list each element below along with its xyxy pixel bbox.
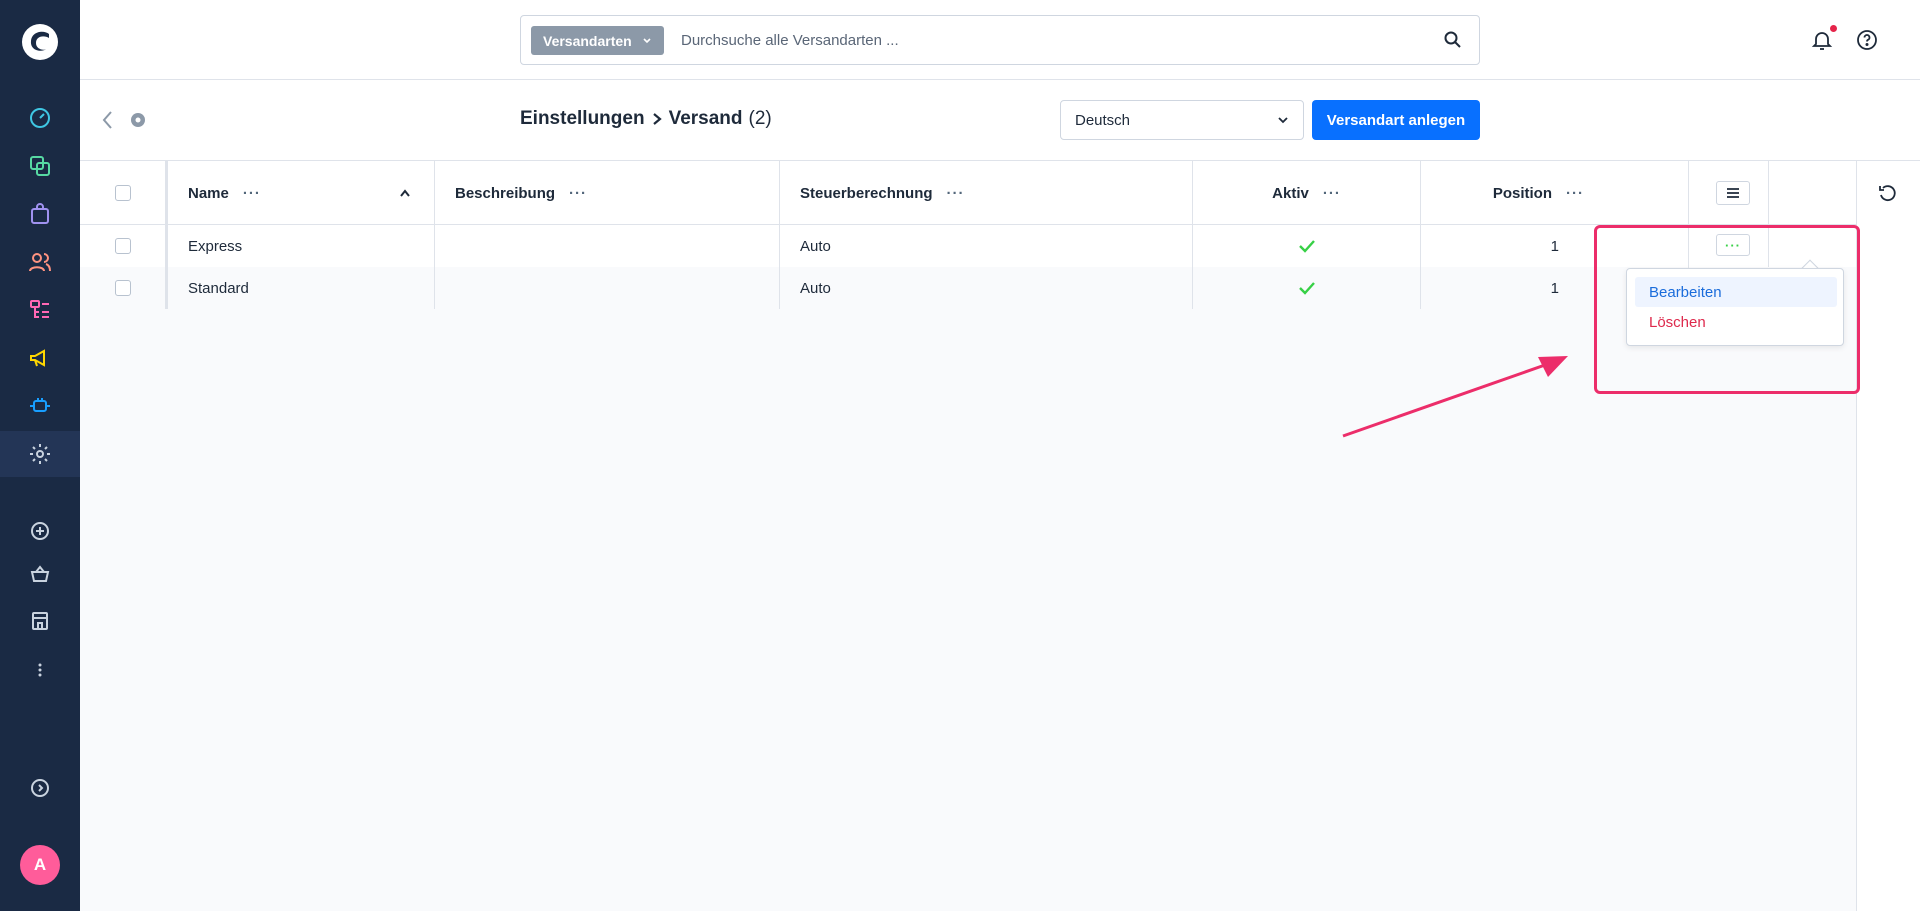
chevron-right-icon xyxy=(652,113,662,125)
column-options-icon[interactable]: ··· xyxy=(1323,185,1341,202)
chevron-down-icon xyxy=(643,37,651,43)
gear-icon xyxy=(30,444,50,464)
help-icon[interactable] xyxy=(1855,28,1879,52)
row-select-cell xyxy=(80,267,168,309)
cell-tax: Auto xyxy=(780,225,1193,267)
checkmark-icon xyxy=(1298,240,1315,253)
cell-description xyxy=(435,225,780,267)
row-checkbox[interactable] xyxy=(114,238,131,254)
sidebar-item-customers[interactable] xyxy=(0,239,80,285)
table-row[interactable]: Express Auto 1 xyxy=(80,225,1856,267)
sidebar-item-headless[interactable] xyxy=(0,598,80,644)
language-value: Deutsch xyxy=(1075,111,1131,129)
sidebar-item-more[interactable] xyxy=(0,647,80,693)
gauge-icon xyxy=(30,108,50,128)
shipping-methods-grid: Name ··· Beschreibung ··· Steuerberechnu… xyxy=(80,160,1856,911)
undo-icon[interactable] xyxy=(1877,183,1899,205)
users-icon xyxy=(29,253,51,272)
breadcrumb-current: Versand xyxy=(668,108,743,129)
create-shipping-method-button[interactable]: Versandart anlegen xyxy=(1312,100,1480,140)
column-header-name[interactable]: Name ··· xyxy=(168,161,435,225)
cell-active xyxy=(1193,267,1421,309)
cell-name[interactable]: Standard xyxy=(168,267,435,309)
user-avatar[interactable]: A xyxy=(20,845,60,885)
column-header-description[interactable]: Beschreibung ··· xyxy=(435,161,780,225)
checkmark-icon xyxy=(1298,282,1315,295)
column-settings-button[interactable] xyxy=(1716,181,1750,205)
chevron-circle-right-icon xyxy=(31,779,49,797)
search-type-label: Versandarten xyxy=(543,32,632,49)
notification-badge xyxy=(1830,25,1837,32)
column-header-tax[interactable]: Steuerberechnung ··· xyxy=(780,161,1193,225)
sidebar-item-catalogues[interactable] xyxy=(0,143,80,189)
sidebar-item-settings[interactable] xyxy=(0,431,80,477)
column-header-position[interactable]: Position ··· xyxy=(1421,161,1689,225)
global-search: Versandarten xyxy=(520,15,1480,65)
page-title: Einstellungen Versand (2) xyxy=(520,108,772,130)
row-select-cell xyxy=(80,225,168,267)
megaphone-icon xyxy=(30,349,45,367)
sidebar-item-marketing[interactable] xyxy=(0,335,80,381)
column-options-icon[interactable]: ··· xyxy=(569,185,587,202)
table-row[interactable]: Standard Auto 1 xyxy=(80,267,1856,309)
item-count: (2) xyxy=(748,108,772,129)
cell-tax: Auto xyxy=(780,267,1193,309)
sidebar-item-content[interactable] xyxy=(0,287,80,333)
sidebar-item-dashboard[interactable] xyxy=(0,95,80,141)
grid-sidebar xyxy=(1856,160,1920,911)
column-options-icon[interactable]: ··· xyxy=(947,185,965,202)
column-header-active[interactable]: Aktiv ··· xyxy=(1193,161,1421,225)
shopping-bag-icon xyxy=(31,203,49,224)
plus-circle-icon xyxy=(31,522,49,540)
breadcrumb-parent[interactable]: Einstellungen xyxy=(520,108,645,130)
language-switch[interactable]: Deutsch xyxy=(1060,100,1304,140)
select-all-checkbox[interactable] xyxy=(114,185,131,201)
cell-active xyxy=(1193,225,1421,267)
row-checkbox[interactable] xyxy=(114,280,131,296)
plugin-icon xyxy=(30,398,50,412)
more-vertical-icon xyxy=(38,663,42,677)
grid-header: Name ··· Beschreibung ··· Steuerberechnu… xyxy=(80,161,1856,225)
basket-icon xyxy=(30,565,50,582)
back-arrow-icon[interactable] xyxy=(100,109,116,131)
column-options-icon[interactable]: ··· xyxy=(243,185,261,202)
annotation-highlight-box xyxy=(1594,225,1860,394)
sort-ascending-icon[interactable] xyxy=(400,189,410,197)
bell-icon[interactable] xyxy=(1810,28,1834,52)
admin-sidebar: A xyxy=(0,0,80,911)
select-all-cell xyxy=(80,161,168,225)
sidebar-item-orders[interactable] xyxy=(0,191,80,237)
shopware-logo-icon[interactable] xyxy=(20,22,60,62)
store-icon xyxy=(32,612,48,630)
search-icon[interactable] xyxy=(1443,30,1463,50)
column-options-icon[interactable]: ··· xyxy=(1566,185,1584,202)
sidebar-expand-toggle[interactable] xyxy=(0,765,80,811)
settings-module-icon xyxy=(131,113,145,127)
top-search-bar: Versandarten xyxy=(80,0,1920,80)
cell-description xyxy=(435,267,780,309)
chevron-down-icon xyxy=(1278,117,1288,124)
sidebar-item-extensions[interactable] xyxy=(0,383,80,429)
sidebar-item-storefront[interactable] xyxy=(0,551,80,597)
content-list-icon xyxy=(30,300,49,318)
search-input[interactable] xyxy=(681,26,1421,55)
menu-lines-icon xyxy=(1727,188,1739,198)
cell-name[interactable]: Express xyxy=(168,225,435,267)
search-type-selector[interactable]: Versandarten xyxy=(531,26,664,55)
sidebar-item-add-sales-channel[interactable] xyxy=(0,508,80,554)
layers-icon xyxy=(30,156,50,176)
